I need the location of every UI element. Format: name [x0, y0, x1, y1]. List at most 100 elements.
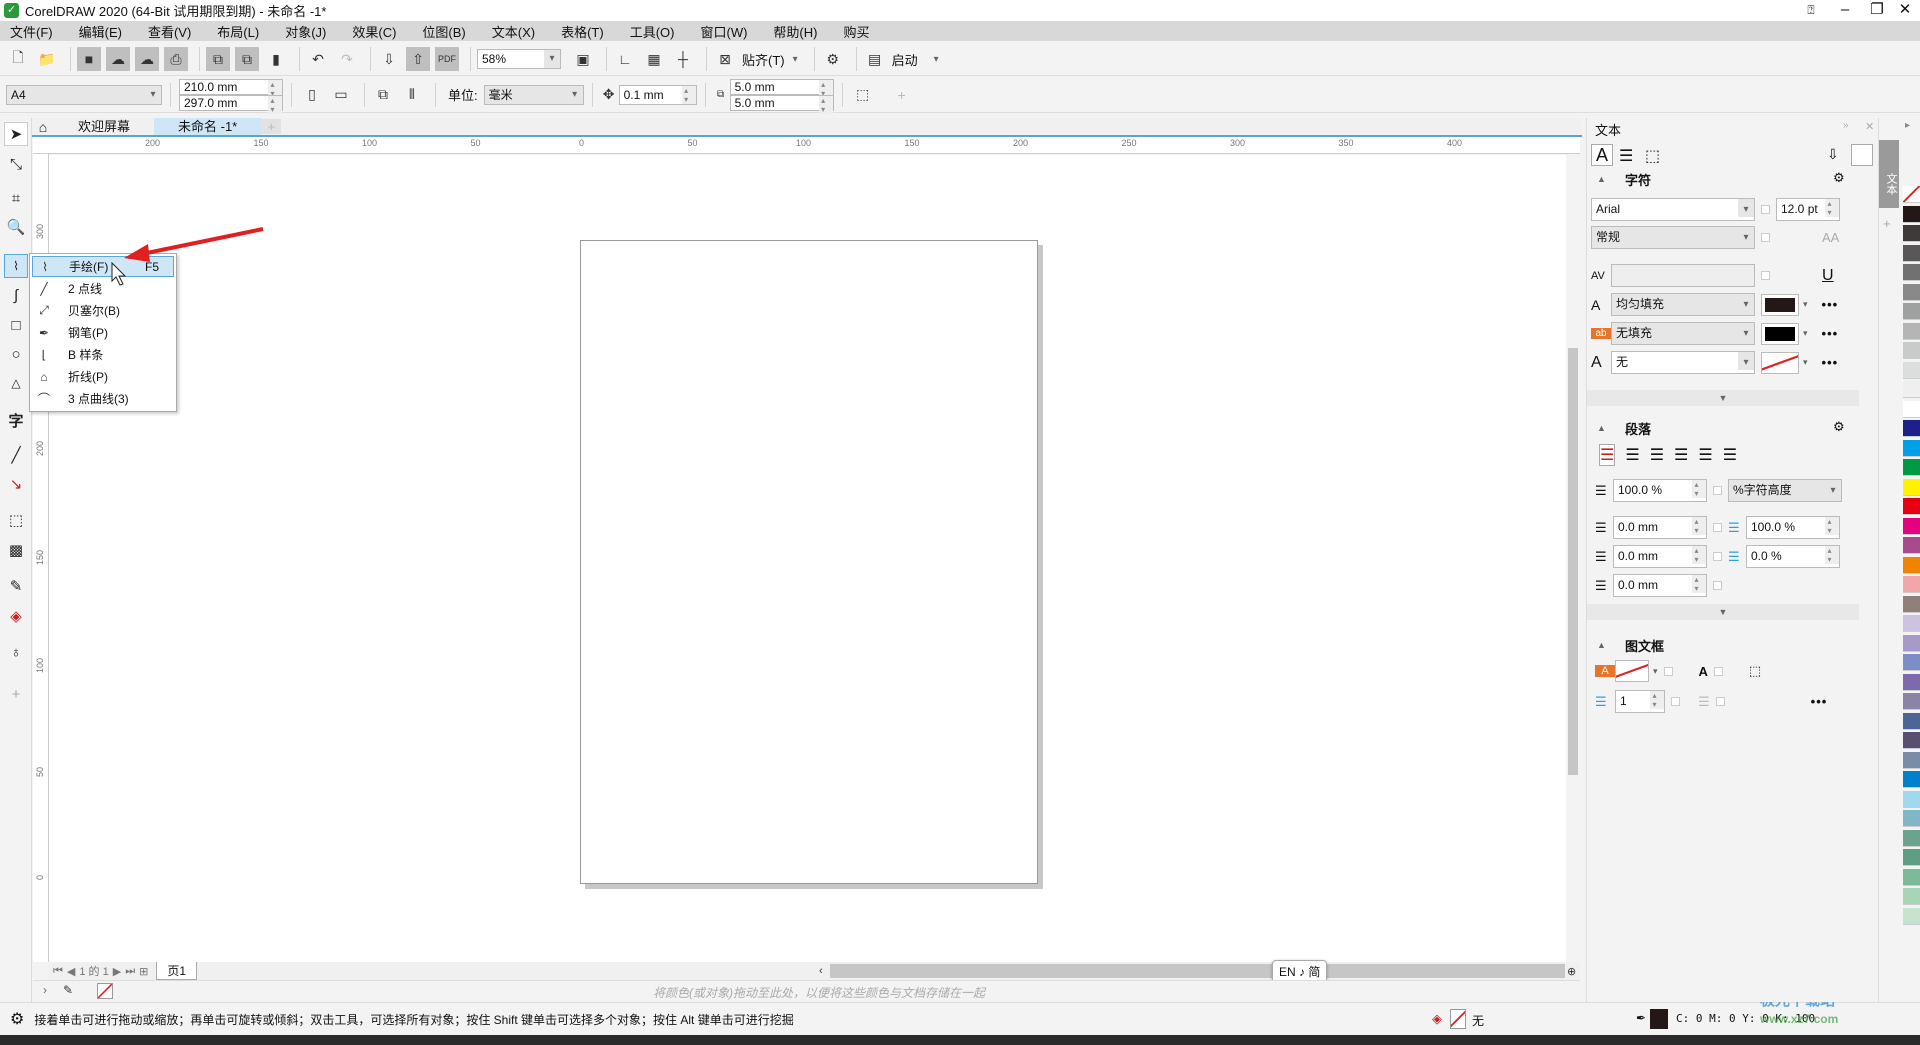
- snap-off-icon[interactable]: ⊠: [713, 47, 737, 71]
- add-page-icon[interactable]: ⊞: [139, 965, 148, 978]
- background-settings-icon[interactable]: •••: [1822, 326, 1839, 341]
- shape-tool-icon[interactable]: ⤡: [4, 152, 28, 176]
- horizontal-ruler[interactable]: 200 150 100 50 0 50 100 150 200 250 300 350 400: [33, 137, 1580, 154]
- minimize-button[interactable]: –: [1830, 0, 1860, 20]
- vertical-scrollbar[interactable]: [1566, 155, 1580, 962]
- frame-color-picker[interactable]: [1615, 660, 1649, 682]
- pick-tool-icon[interactable]: ➤: [4, 122, 28, 146]
- docker-close-icon[interactable]: ✕: [1865, 120, 1874, 133]
- cloud-upload-icon[interactable]: ☁: [135, 47, 159, 71]
- menu-layout[interactable]: 布局(L): [217, 22, 259, 41]
- align-center-icon[interactable]: ☰: [1650, 445, 1664, 465]
- color-swatch[interactable]: [1903, 225, 1920, 242]
- status-gear-icon[interactable]: ⚙: [10, 1009, 24, 1029]
- page-size-select[interactable]: A4: [6, 84, 162, 105]
- add-tool-icon[interactable]: +: [4, 682, 28, 706]
- full-screen-icon[interactable]: ▣: [571, 47, 595, 71]
- all-pages-icon[interactable]: ⧉: [371, 83, 395, 107]
- last-page-icon[interactable]: ⏭: [125, 965, 135, 978]
- color-swatch[interactable]: [1903, 849, 1920, 866]
- menu-window[interactable]: 窗口(W): [700, 22, 747, 41]
- fill-color-picker[interactable]: [1761, 293, 1799, 316]
- color-swatch[interactable]: [1903, 439, 1920, 457]
- palette-menu-icon[interactable]: ▸: [1905, 120, 1910, 131]
- drop-shadow-tool-icon[interactable]: ⬚: [4, 508, 28, 532]
- align-none-icon[interactable]: ☰: [1599, 444, 1616, 466]
- color-swatch[interactable]: [1903, 244, 1920, 262]
- rulers-icon[interactable]: ∟: [613, 47, 637, 71]
- treat-as-filled-icon[interactable]: ⬚: [851, 83, 875, 107]
- flyout-item[interactable]: ╱ 2 点线: [32, 278, 174, 299]
- character-settings-icon[interactable]: ⚙: [1833, 170, 1845, 186]
- menu-effects[interactable]: 效果(C): [352, 22, 396, 41]
- eyedropper-tool-icon[interactable]: ✎: [4, 574, 28, 598]
- outline-select[interactable]: 无: [1611, 351, 1755, 374]
- text-tool-icon[interactable]: 字: [4, 408, 28, 432]
- color-swatch[interactable]: [1903, 790, 1920, 808]
- document-page[interactable]: [580, 240, 1038, 884]
- duplicate-x-input[interactable]: 5.0 mm: [729, 78, 834, 98]
- tab-welcome-screen[interactable]: 欢迎屏幕: [54, 118, 154, 135]
- columns-input[interactable]: 1: [1615, 690, 1665, 713]
- menu-edit[interactable]: 编辑(E): [79, 22, 122, 41]
- column-settings-icon[interactable]: ☰: [1698, 694, 1710, 710]
- align-right-icon[interactable]: ☰: [1674, 445, 1688, 465]
- current-page-icon[interactable]: ⫴: [400, 83, 424, 107]
- color-swatch[interactable]: [1903, 342, 1920, 359]
- undo-icon[interactable]: ↶: [306, 47, 330, 71]
- color-swatch[interactable]: [1903, 868, 1920, 886]
- menu-bitmaps[interactable]: 位图(B): [422, 22, 465, 41]
- cut-icon[interactable]: ⧉: [235, 47, 259, 71]
- next-page-icon[interactable]: ▶: [113, 965, 121, 978]
- background-color-picker[interactable]: [1761, 322, 1799, 345]
- options-gear-icon[interactable]: ⚙: [821, 47, 845, 71]
- paste-icon[interactable]: ▮: [264, 47, 288, 71]
- fill-settings-icon[interactable]: •••: [1822, 297, 1839, 312]
- freehand-tool-icon[interactable]: ⌇: [4, 254, 28, 278]
- cloud-download-icon[interactable]: ☁: [106, 47, 130, 71]
- copy-icon[interactable]: ⧉: [206, 47, 230, 71]
- color-swatch[interactable]: [1903, 888, 1920, 905]
- outline-color-picker[interactable]: [1761, 351, 1799, 374]
- paragraph-expand-icon[interactable]: ▼: [1587, 604, 1859, 620]
- open-icon[interactable]: 📁: [35, 47, 59, 71]
- menu-buy[interactable]: 购买: [843, 22, 869, 41]
- apply-to-icon[interactable]: ⇩: [1827, 146, 1839, 163]
- color-swatch[interactable]: [1903, 595, 1920, 613]
- color-swatch[interactable]: [1903, 400, 1920, 418]
- redo-icon[interactable]: ↷: [335, 47, 359, 71]
- palette-expand-icon[interactable]: ›: [43, 983, 47, 997]
- color-swatch[interactable]: [1903, 771, 1920, 788]
- color-swatch[interactable]: [1903, 420, 1920, 437]
- close-button[interactable]: ✕: [1890, 0, 1920, 20]
- align-justify-icon[interactable]: ☰: [1698, 445, 1712, 465]
- background-fill-select[interactable]: 无填充: [1611, 322, 1755, 345]
- menu-object[interactable]: 对象(J): [285, 22, 326, 41]
- flyout-item[interactable]: ⌒ 3 点曲线(3): [32, 388, 174, 409]
- character-expand-icon[interactable]: ▼: [1587, 390, 1859, 406]
- artistic-media-tool-icon[interactable]: ∫: [4, 283, 28, 307]
- line-spacing-input[interactable]: 100.0 %: [1613, 479, 1707, 502]
- frame-size-icon[interactable]: ⬚: [1749, 663, 1761, 679]
- preview-icon[interactable]: [1851, 144, 1873, 166]
- font-size-input[interactable]: 12.0 pt: [1776, 198, 1840, 221]
- paragraph-settings-icon[interactable]: ⚙: [1833, 419, 1845, 435]
- color-swatch[interactable]: [1903, 829, 1920, 847]
- print-icon[interactable]: ⎙: [164, 47, 188, 71]
- frame-tab-icon[interactable]: ⬚: [1645, 146, 1660, 166]
- color-swatch[interactable]: [1903, 205, 1920, 223]
- color-swatch[interactable]: [1903, 361, 1920, 379]
- no-color-swatch[interactable]: [97, 983, 113, 999]
- flyout-item[interactable]: ✒ 钢笔(P): [32, 322, 174, 343]
- page-height-input[interactable]: 297.0 mm: [179, 94, 283, 114]
- add-docker-icon[interactable]: +: [1883, 216, 1891, 231]
- flyout-item[interactable]: ⤢ 贝塞尔(B): [32, 300, 174, 321]
- menu-file[interactable]: 文件(F): [10, 22, 53, 41]
- color-swatch[interactable]: [1903, 264, 1920, 281]
- first-line-indent-input[interactable]: 0.0 mm: [1613, 516, 1707, 539]
- font-style-select[interactable]: 常规: [1591, 226, 1755, 249]
- color-swatch[interactable]: [1903, 693, 1920, 710]
- font-family-select[interactable]: Arial: [1591, 198, 1755, 221]
- horizontal-scrollbar[interactable]: [830, 964, 1565, 978]
- duplicate-y-input[interactable]: 5.0 mm: [729, 94, 834, 114]
